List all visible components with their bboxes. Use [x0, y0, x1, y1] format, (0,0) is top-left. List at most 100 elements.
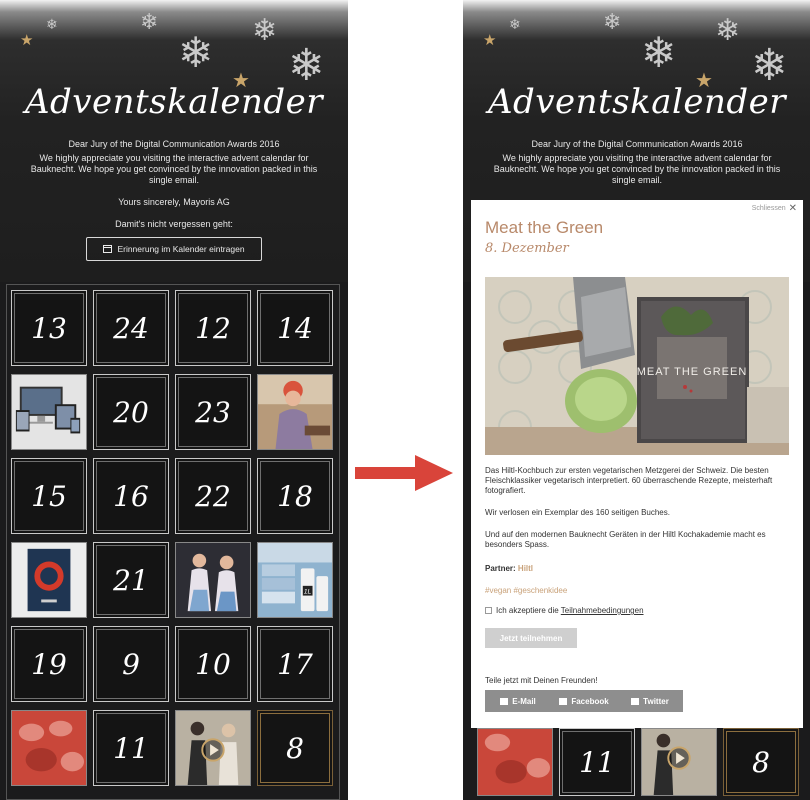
transition-arrow-icon	[355, 455, 453, 491]
calendar-door-molds-image[interactable]	[477, 728, 553, 796]
reminder-text: Damit's nicht vergessen geht:	[115, 219, 233, 229]
terms-link[interactable]: Teilnahmebedingungen	[561, 606, 644, 615]
snowflake-icon: ❄	[178, 28, 214, 77]
red-molds-image	[12, 711, 86, 785]
calendar-door-8[interactable]: 8	[257, 710, 333, 786]
calendar-door-11[interactable]: 11	[559, 728, 635, 796]
share-prompt: Teile jetzt mit Deinen Freunden!	[485, 676, 598, 685]
share-bar: E-Mail Facebook Twitter	[485, 690, 683, 712]
door-number: 10	[195, 647, 231, 681]
door-number: 9	[122, 647, 140, 681]
calendar-door-11[interactable]: 11	[93, 710, 169, 786]
door-number: 19	[31, 647, 67, 681]
door-number: 17	[277, 647, 313, 681]
calendar-door-23[interactable]: 23	[175, 374, 251, 450]
intro-text: We highly appreciate you visiting the in…	[30, 153, 318, 185]
share-twitter-label: Twitter	[643, 696, 669, 706]
signature: Yours sincerely, Mayoris AG	[118, 197, 230, 207]
share-email-label: E-Mail	[512, 696, 536, 706]
calendar-door-15[interactable]: 15	[11, 458, 87, 534]
close-button[interactable]: Schliessen ✕	[752, 203, 797, 214]
calendar-door-video[interactable]	[641, 728, 717, 796]
door-number: 20	[113, 395, 149, 429]
svg-text:1L: 1L	[304, 589, 312, 596]
calendar-door-book-image[interactable]	[11, 542, 87, 618]
door-number: 8	[752, 745, 770, 779]
snowflake-icon: ❄	[46, 17, 58, 33]
video-thumbnail	[642, 729, 716, 795]
calendar-door-24[interactable]: 24	[93, 290, 169, 366]
cookbook-image: MEAT THE GREEN	[485, 277, 789, 455]
calendar-door-devices-image[interactable]	[11, 374, 87, 450]
door-number: 16	[113, 479, 149, 513]
calendar-door-molds-image[interactable]	[11, 710, 87, 786]
door-number: 22	[195, 479, 231, 513]
calendar-door-10[interactable]: 10	[175, 626, 251, 702]
intro-heading: Dear Jury of the Digital Communication A…	[68, 139, 280, 149]
calendar-door-14[interactable]: 14	[257, 290, 333, 366]
participate-label: Jetzt teilnehmen	[499, 633, 563, 643]
calendar-door-women-image[interactable]	[175, 542, 251, 618]
star-icon: ★	[20, 31, 34, 49]
share-email-button[interactable]: E-Mail	[485, 697, 551, 706]
snowflake-icon: ❄	[140, 10, 159, 35]
close-icon: ✕	[788, 203, 797, 214]
two-women-image	[176, 543, 250, 617]
door-number: 15	[31, 479, 67, 513]
calendar-door-21[interactable]: 21	[93, 542, 169, 618]
add-to-calendar-button[interactable]: Erinnerung im Kalender eintragen	[86, 237, 262, 261]
consent-label: Ich akzeptiere die	[496, 606, 559, 615]
calendar-door-22[interactable]: 22	[175, 458, 251, 534]
twitter-icon	[631, 697, 640, 705]
partner-link[interactable]: Hiltl	[518, 564, 533, 573]
email-icon	[500, 697, 509, 705]
calendar-door-laundry-image[interactable]: 1L	[257, 542, 333, 618]
hashtags: #vegan #geschenkidee	[485, 586, 568, 595]
laundry-image: 1L	[258, 543, 332, 617]
door-number: 11	[113, 731, 149, 765]
calendar-door-13[interactable]: 13	[11, 290, 87, 366]
calendar-door-chef-image[interactable]	[257, 374, 333, 450]
red-molds-image	[478, 729, 552, 795]
calendar-door-20[interactable]: 20	[93, 374, 169, 450]
door-number: 11	[579, 745, 615, 779]
share-twitter-button[interactable]: Twitter	[617, 697, 683, 706]
giveaway-paragraph: Wir verlosen ein Exemplar des 160 seitig…	[485, 508, 670, 517]
add-to-calendar-label: Erinnerung im Kalender eintragen	[117, 244, 245, 254]
snowflake-icon: ❄	[715, 13, 741, 48]
calendar-door-8[interactable]: 8	[723, 728, 799, 796]
page-title: Adventskalender	[24, 82, 324, 122]
chef-woman-image	[258, 375, 332, 449]
calendar-icon	[103, 245, 113, 253]
calendar-door-19[interactable]: 19	[11, 626, 87, 702]
calendar-door-video[interactable]	[175, 710, 251, 786]
calendar-door-17[interactable]: 17	[257, 626, 333, 702]
devices-image	[12, 375, 86, 449]
door-number: 12	[195, 311, 231, 345]
share-facebook-button[interactable]: Facebook	[551, 697, 617, 706]
partner-line: Partner: Hiltl	[485, 564, 791, 574]
popup-title: Meat the Green	[485, 218, 604, 237]
calendar-door-9[interactable]: 9	[93, 626, 169, 702]
snowflake-icon: ❄	[252, 13, 278, 48]
consent-checkbox[interactable]	[485, 607, 492, 614]
participate-button[interactable]: Jetzt teilnehmen	[485, 628, 577, 648]
share-facebook-label: Facebook	[571, 696, 609, 706]
door-number: 23	[195, 395, 231, 429]
facebook-icon	[559, 697, 568, 705]
calendar-door-18[interactable]: 18	[257, 458, 333, 534]
star-icon: ★	[483, 31, 497, 49]
calendar-door-12[interactable]: 12	[175, 290, 251, 366]
snowflake-icon: ❄	[641, 28, 677, 77]
book-cover-title: MEAT THE GREEN	[637, 366, 748, 378]
right-email-panel: ★ ❄ ❄ ❄ ❄ ★ ❄ Adventskalender Dear Jury …	[463, 0, 810, 800]
hero-header: ★ ❄ ❄ ❄ ❄ ★ ❄ Adventskalender Dear Jury …	[0, 0, 348, 282]
snowflake-icon: ❄	[603, 10, 622, 35]
intro-heading: Dear Jury of the Digital Communication A…	[531, 139, 743, 149]
video-thumbnail	[176, 711, 250, 785]
door-number: 21	[113, 563, 149, 597]
partner-label: Partner:	[485, 564, 516, 573]
kitchen-paragraph: Und auf den modernen Bauknecht Geräten i…	[485, 530, 766, 549]
calendar-door-16[interactable]: 16	[93, 458, 169, 534]
door-number: 13	[31, 311, 67, 345]
